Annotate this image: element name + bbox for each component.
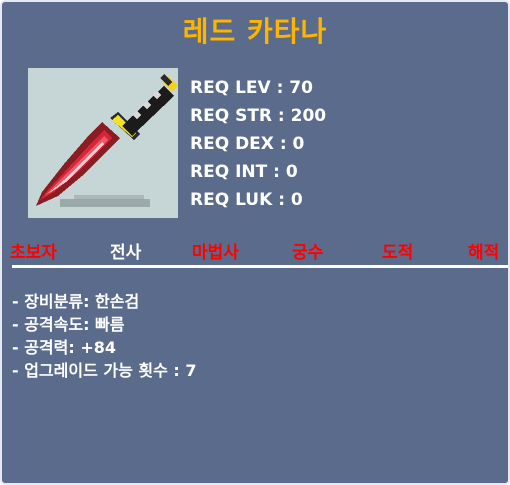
item-icon-box [28, 68, 178, 218]
req-dex: REQ DEX : 0 [190, 134, 305, 154]
item-stats: - 장비분류: 한손검 - 공격속도: 빠름 - 공격력: +84 - 업그레이… [12, 290, 197, 382]
req-level: REQ LEV : 70 [190, 78, 313, 98]
job-thief: 도적 [382, 243, 414, 263]
red-katana-icon [36, 74, 178, 207]
item-name: 레드 카타나 [182, 15, 328, 48]
job-bowman: 궁수 [292, 243, 324, 263]
req-int: REQ INT : 0 [190, 162, 298, 182]
item-tooltip-panel: 레드 카타나 REQ LEV : 70 REQ STR : 200 REQ DE… [0, 0, 510, 485]
requirements-list: REQ LEV : 70 REQ STR : 200 REQ DEX : 0 R… [190, 74, 326, 214]
stat-category: - 장비분류: 한손검 [12, 292, 140, 311]
stat-attack: - 공격력: +84 [12, 338, 117, 357]
stat-attack-speed: - 공격속도: 빠름 [12, 315, 125, 334]
job-pirate: 해적 [468, 243, 500, 263]
stat-upgrade-slots: - 업그레이드 가능 횟수 : 7 [12, 361, 197, 380]
req-luk: REQ LUK : 0 [190, 190, 303, 210]
job-magician: 마법사 [192, 243, 239, 263]
job-requirements: 초보자 전사 마법사 궁수 도적 해적 [2, 238, 510, 264]
divider [12, 265, 508, 268]
job-warrior: 전사 [110, 243, 142, 263]
job-beginner: 초보자 [10, 243, 57, 263]
req-str: REQ STR : 200 [190, 106, 327, 126]
